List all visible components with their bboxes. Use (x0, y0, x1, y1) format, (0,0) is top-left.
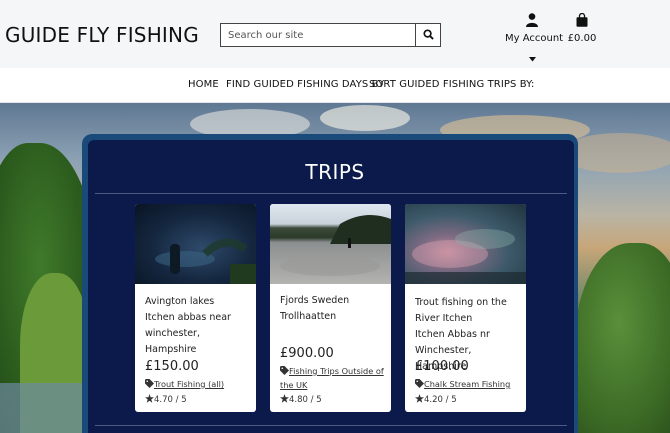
divider (95, 193, 567, 194)
trip-category-link[interactable]: Fishing Trips Outside of the UK (280, 366, 384, 390)
nav-sort-guided-trips[interactable]: SORT GUIDED FISHING TRIPS BY: (369, 79, 535, 90)
my-account-label: My Account (505, 33, 564, 44)
trip-image[interactable] (405, 204, 526, 284)
trip-location: Trollhaatten (280, 311, 337, 322)
star-icon (280, 394, 289, 406)
trip-image[interactable] (270, 204, 391, 284)
my-account-menu[interactable]: My Account (505, 12, 564, 66)
nav-home[interactable]: HOME (188, 79, 219, 90)
tag-icon (415, 379, 424, 392)
trip-location: Itchen abbas near winchester, Hampshire (145, 312, 231, 355)
shopping-bag-icon (576, 12, 588, 31)
site-logo[interactable]: GUIDE FLY FISHING (5, 23, 199, 47)
search-button[interactable] (415, 24, 440, 46)
star-icon (145, 394, 154, 406)
search-input[interactable] (221, 24, 415, 46)
shopping-bag-link[interactable]: £0.00 (566, 12, 598, 44)
trip-name: Avington lakes (145, 296, 215, 307)
search-form (220, 23, 441, 47)
star-icon (415, 394, 424, 406)
main-nav: HOME FIND GUIDED FISHING DAYS BY SORT GU… (0, 68, 670, 103)
user-icon (526, 12, 538, 31)
trip-price: £900.00 (280, 346, 334, 361)
trip-rating: 4.80 / 5 (289, 395, 322, 405)
tag-icon (280, 366, 289, 379)
trip-name: Trout fishing on the River Itchen (415, 297, 507, 324)
tag-icon (145, 379, 154, 392)
trip-image[interactable] (135, 204, 256, 284)
trip-price: £100.00 (415, 359, 469, 374)
site-header: GUIDE FLY FISHING My Account £0.00 (0, 0, 670, 68)
trip-card[interactable]: Fjords Sweden Trollhaatten £900.00 Fishi… (270, 204, 391, 412)
divider (95, 425, 567, 426)
trip-card[interactable]: Avington lakes Itchen abbas near winches… (135, 204, 256, 412)
nav-find-guided-days[interactable]: FIND GUIDED FISHING DAYS BY (226, 79, 384, 90)
trip-rating: 4.20 / 5 (424, 395, 457, 405)
trip-rating: 4.70 / 5 (154, 395, 187, 405)
trip-category-link[interactable]: Chalk Stream Fishing (424, 379, 510, 389)
trip-category-link[interactable]: Trout Fishing (all) (154, 379, 224, 389)
caret-down-icon (505, 47, 559, 66)
search-icon (422, 28, 434, 43)
trip-price: £150.00 (145, 359, 199, 374)
trip-card[interactable]: Trout fishing on the River Itchen Itchen… (405, 204, 526, 412)
section-title: TRIPS (305, 160, 365, 184)
trip-name: Fjords Sweden (280, 295, 350, 306)
bag-total: £0.00 (567, 33, 597, 44)
